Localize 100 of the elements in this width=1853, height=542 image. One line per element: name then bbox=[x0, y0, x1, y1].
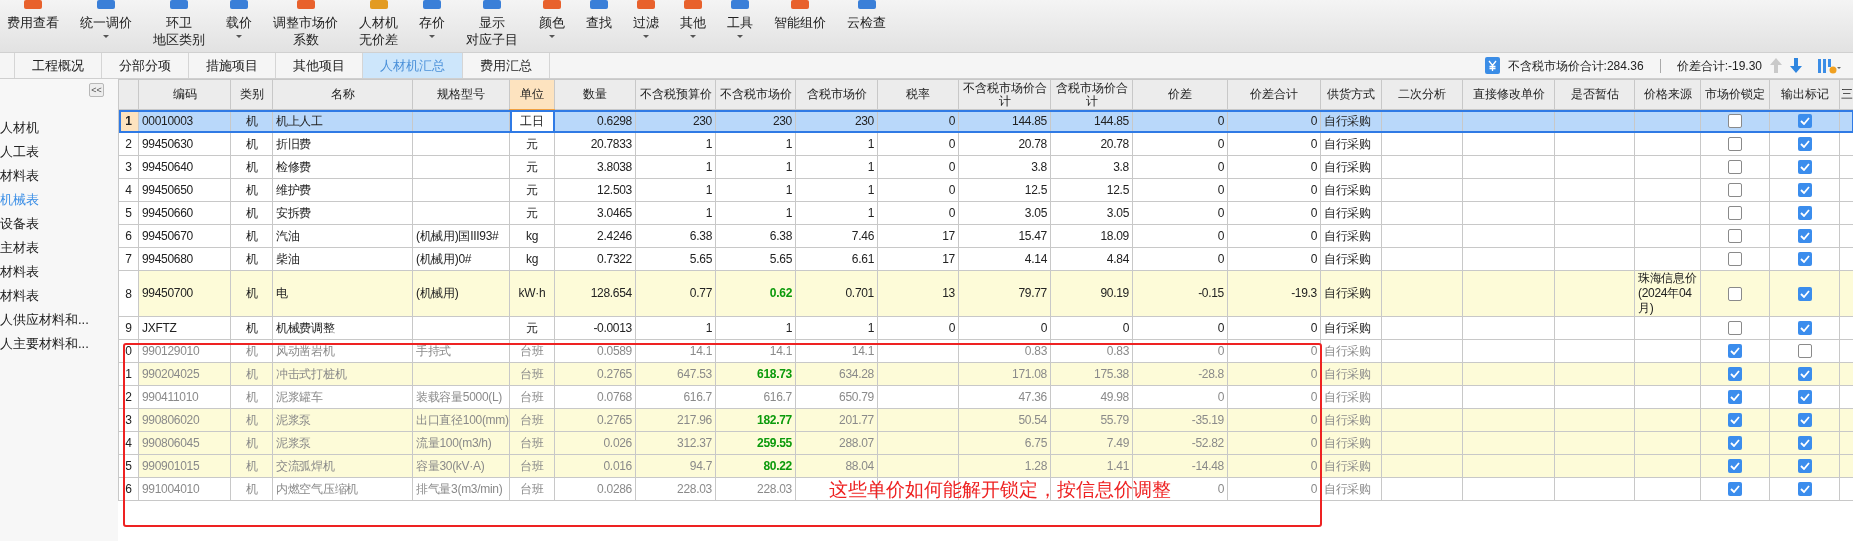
column-header[interactable]: 单位 bbox=[509, 79, 555, 110]
column-header[interactable]: 含税市场价合计 bbox=[1050, 79, 1133, 110]
sidebar-item[interactable]: 人材机 bbox=[0, 116, 118, 140]
sidebar-item[interactable]: 人工表 bbox=[0, 140, 118, 164]
column-header[interactable]: 价差 bbox=[1132, 79, 1228, 110]
checkbox[interactable] bbox=[1728, 413, 1742, 428]
sidebar-item[interactable]: 设备表 bbox=[0, 212, 118, 236]
column-header[interactable]: 直接修改单价 bbox=[1462, 79, 1555, 110]
checkbox[interactable] bbox=[1797, 459, 1812, 474]
column-header[interactable]: 二次分析 bbox=[1381, 79, 1463, 110]
checkbox[interactable] bbox=[1728, 160, 1742, 175]
checkbox[interactable] bbox=[1797, 344, 1812, 359]
checkbox[interactable] bbox=[1728, 390, 1742, 405]
checkbox[interactable] bbox=[1797, 206, 1812, 221]
sidebar-item[interactable]: 人主要材料和... bbox=[0, 332, 118, 356]
table-cell: 自行采购 bbox=[1324, 113, 1371, 128]
checkbox[interactable] bbox=[1797, 482, 1812, 497]
collapse-button[interactable]: << bbox=[89, 83, 104, 97]
checkbox[interactable] bbox=[1797, 252, 1812, 267]
down-arrow-icon[interactable] bbox=[1790, 58, 1802, 73]
column-header[interactable]: 名称 bbox=[272, 79, 413, 110]
table-cell: 171.08 bbox=[1012, 366, 1047, 381]
column-header[interactable]: 数量 bbox=[554, 79, 636, 110]
checkbox[interactable] bbox=[1728, 459, 1742, 474]
checkbox[interactable] bbox=[1797, 183, 1812, 198]
column-header[interactable]: 不含税市场价 bbox=[715, 79, 796, 110]
checkbox[interactable] bbox=[1797, 413, 1812, 428]
column-header[interactable]: 规格型号 bbox=[412, 79, 510, 110]
checkbox[interactable] bbox=[1728, 482, 1742, 497]
table-cell: 0 bbox=[1217, 136, 1224, 151]
sidebar-item[interactable]: 材料表 bbox=[0, 260, 118, 284]
row-number: 5 bbox=[118, 201, 139, 225]
toolbar-button[interactable]: 环卫 地区类别 bbox=[150, 0, 208, 48]
column-header[interactable]: 价差合计 bbox=[1227, 79, 1321, 110]
toolbar-button[interactable]: 智能组价 bbox=[771, 0, 829, 31]
column-header[interactable]: 类别 bbox=[230, 79, 273, 110]
checkbox[interactable] bbox=[1797, 436, 1812, 451]
sidebar-item[interactable]: 材料表 bbox=[0, 284, 118, 308]
table-cell: 自行采购 bbox=[1324, 389, 1371, 404]
sidebar-item[interactable]: 材料表 bbox=[0, 164, 118, 188]
checkbox[interactable] bbox=[1797, 367, 1812, 382]
checkbox[interactable] bbox=[1728, 229, 1742, 244]
column-header[interactable]: 不含税预算价 bbox=[635, 79, 716, 110]
column-header[interactable]: 输出标记 bbox=[1769, 79, 1840, 110]
table-cell: 检修费 bbox=[276, 159, 312, 174]
table-cell: 0.0768 bbox=[597, 389, 632, 404]
checkbox[interactable] bbox=[1728, 252, 1742, 267]
tab[interactable]: 工程概况 bbox=[14, 53, 102, 78]
column-header[interactable]: 税率 bbox=[877, 79, 959, 110]
checkbox[interactable] bbox=[1728, 206, 1742, 221]
column-header[interactable]: 是否暂估 bbox=[1554, 79, 1635, 110]
checkbox[interactable] bbox=[1797, 286, 1812, 301]
toolbar-button[interactable]: 工具 bbox=[724, 0, 756, 38]
table-cell: 4.84 bbox=[1106, 251, 1129, 266]
toolbar-button[interactable]: 统一调价 bbox=[77, 0, 135, 38]
toolbar-button[interactable]: 费用查看 bbox=[4, 0, 62, 31]
toolbar-button[interactable]: 调整市场价 系数 bbox=[270, 0, 341, 48]
checkbox[interactable] bbox=[1797, 229, 1812, 244]
annotation-text: 这些单价如何能解开锁定，按信息价调整 bbox=[829, 478, 1171, 502]
checkbox[interactable] bbox=[1797, 321, 1812, 336]
checkbox[interactable] bbox=[1728, 436, 1742, 451]
sidebar-item[interactable]: 主材表 bbox=[0, 236, 118, 260]
table-cell: 台班 bbox=[520, 366, 544, 381]
checkbox[interactable] bbox=[1728, 321, 1742, 336]
checkbox[interactable] bbox=[1728, 114, 1742, 129]
toolbar-button[interactable]: 显示 对应子目 bbox=[463, 0, 521, 48]
checkbox[interactable] bbox=[1728, 344, 1742, 359]
column-header[interactable]: 供货方式 bbox=[1320, 79, 1382, 110]
table-cell: 排气量3(m3/min) bbox=[416, 481, 503, 496]
toolbar-button[interactable]: 其他 bbox=[677, 0, 709, 38]
checkbox[interactable] bbox=[1728, 367, 1742, 382]
table-cell: 0 bbox=[1217, 228, 1224, 243]
table-cell: 0.6298 bbox=[597, 113, 632, 128]
checkbox[interactable] bbox=[1797, 390, 1812, 405]
sidebar-item[interactable]: 人供应材料和... bbox=[0, 308, 118, 332]
toolbar-button[interactable]: 云检查 bbox=[844, 0, 889, 31]
checkbox[interactable] bbox=[1728, 183, 1742, 198]
toolbar-button[interactable]: 查找 bbox=[583, 0, 615, 31]
table-cell: JXFTZ bbox=[142, 320, 177, 335]
table-cell: 0 bbox=[1122, 320, 1129, 335]
table-cell: 自行采购 bbox=[1324, 159, 1371, 174]
checkbox[interactable] bbox=[1728, 286, 1742, 301]
column-header[interactable]: 价格来源 bbox=[1634, 79, 1701, 110]
table-cell: 0.83 bbox=[1106, 343, 1129, 358]
checkbox[interactable] bbox=[1797, 114, 1812, 129]
toolbar-button[interactable]: 存价 bbox=[416, 0, 448, 38]
table-cell: 0 bbox=[1217, 320, 1224, 335]
column-header[interactable]: 含税市场价 bbox=[795, 79, 878, 110]
checkbox[interactable] bbox=[1728, 137, 1742, 152]
toolbar-button[interactable]: 人材机 无价差 bbox=[356, 0, 401, 48]
table-cell: 0.7322 bbox=[597, 251, 632, 266]
column-header[interactable]: 编码 bbox=[138, 79, 231, 110]
column-settings-icon[interactable] bbox=[1818, 57, 1841, 74]
column-header[interactable]: 市场价锁定 bbox=[1700, 79, 1770, 110]
checkbox[interactable] bbox=[1797, 137, 1812, 152]
column-header[interactable]: 不含税市场价合计 bbox=[958, 79, 1051, 110]
toolbar-button[interactable]: 载价 bbox=[223, 0, 255, 38]
checkbox[interactable] bbox=[1797, 160, 1812, 175]
toolbar-button[interactable]: 过滤 bbox=[630, 0, 662, 38]
toolbar-button[interactable]: 颜色 bbox=[536, 0, 568, 38]
